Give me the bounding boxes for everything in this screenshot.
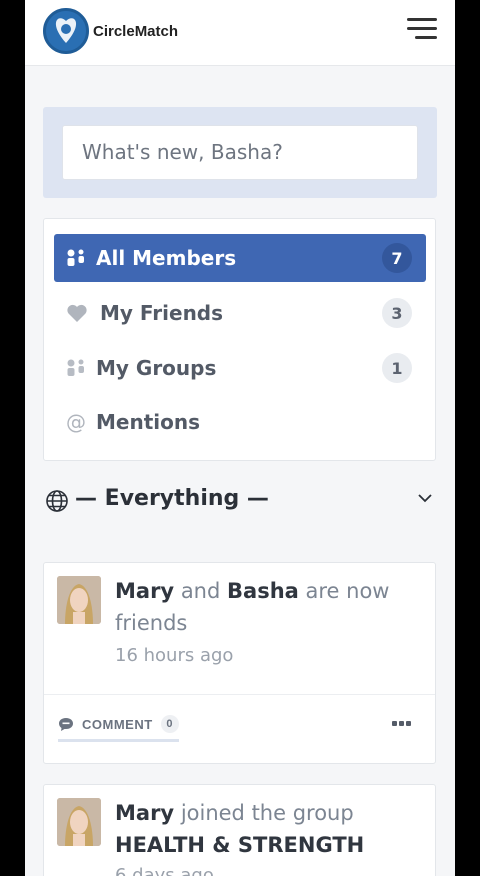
activity-text: Mary and Basha are now friends bbox=[115, 579, 390, 635]
target-link[interactable]: Basha bbox=[227, 579, 299, 603]
activity-timestamp[interactable]: 16 hours ago bbox=[115, 645, 233, 666]
activity-timestamp[interactable]: 6 days ago bbox=[115, 865, 214, 876]
avatar[interactable] bbox=[57, 576, 101, 624]
filter-count-badge: 3 bbox=[382, 298, 412, 328]
heart-icon bbox=[66, 303, 96, 323]
site-header: CircleMatch bbox=[25, 0, 455, 66]
filter-label: My Friends bbox=[100, 301, 224, 325]
activity-item: Mary and Basha are now friends 16 hours … bbox=[43, 562, 436, 764]
globe-icon bbox=[45, 489, 69, 513]
filter-mentions[interactable]: @ Mentions bbox=[54, 398, 426, 446]
actor-link[interactable]: Mary bbox=[115, 801, 174, 825]
at-icon: @ bbox=[66, 410, 86, 434]
comment-label: COMMENT bbox=[82, 716, 153, 732]
filter-count-badge: 1 bbox=[382, 353, 412, 383]
filter-label: Mentions bbox=[96, 410, 201, 434]
activity-footer: COMMENT 0 bbox=[44, 694, 435, 764]
logo-icon bbox=[43, 8, 89, 54]
logo[interactable]: CircleMatch bbox=[43, 8, 178, 54]
logo-text: CircleMatch bbox=[93, 22, 179, 40]
filter-my-groups[interactable]: My Groups 1 bbox=[54, 344, 426, 392]
filter-count-badge: 7 bbox=[382, 243, 412, 273]
comment-count: 0 bbox=[160, 715, 179, 733]
more-options-icon[interactable] bbox=[392, 721, 411, 726]
feed-scope-select[interactable]: — Everything — bbox=[43, 480, 437, 516]
activity-text: Mary joined the group HEALTH & STRENGTH bbox=[115, 801, 365, 857]
avatar[interactable] bbox=[57, 798, 101, 846]
filter-label: My Groups bbox=[96, 356, 217, 380]
members-icon bbox=[66, 249, 96, 267]
whats-new-input[interactable]: What's new, Basha? bbox=[62, 125, 418, 180]
group-link[interactable]: HEALTH & STRENGTH bbox=[115, 833, 364, 857]
filter-label: All Members bbox=[96, 246, 237, 270]
compose-box: What's new, Basha? bbox=[43, 107, 437, 198]
speech-bubble-icon bbox=[58, 717, 74, 732]
app-screen: CircleMatch What's new, Basha? All Membe… bbox=[25, 0, 455, 876]
actor-link[interactable]: Mary bbox=[115, 579, 174, 603]
filter-my-friends[interactable]: My Friends 3 bbox=[54, 289, 426, 337]
comment-button[interactable]: COMMENT 0 bbox=[58, 715, 179, 742]
hamburger-menu-icon[interactable] bbox=[407, 18, 437, 40]
activity-filter-list: All Members 7 My Friends 3 My Groups 1 @… bbox=[43, 218, 436, 461]
groups-icon bbox=[66, 359, 96, 377]
chevron-down-icon bbox=[417, 490, 433, 508]
filter-all-members[interactable]: All Members 7 bbox=[54, 234, 426, 282]
activity-item: Mary joined the group HEALTH & STRENGTH … bbox=[43, 784, 436, 876]
feed-scope-label: — Everything — bbox=[75, 485, 269, 511]
